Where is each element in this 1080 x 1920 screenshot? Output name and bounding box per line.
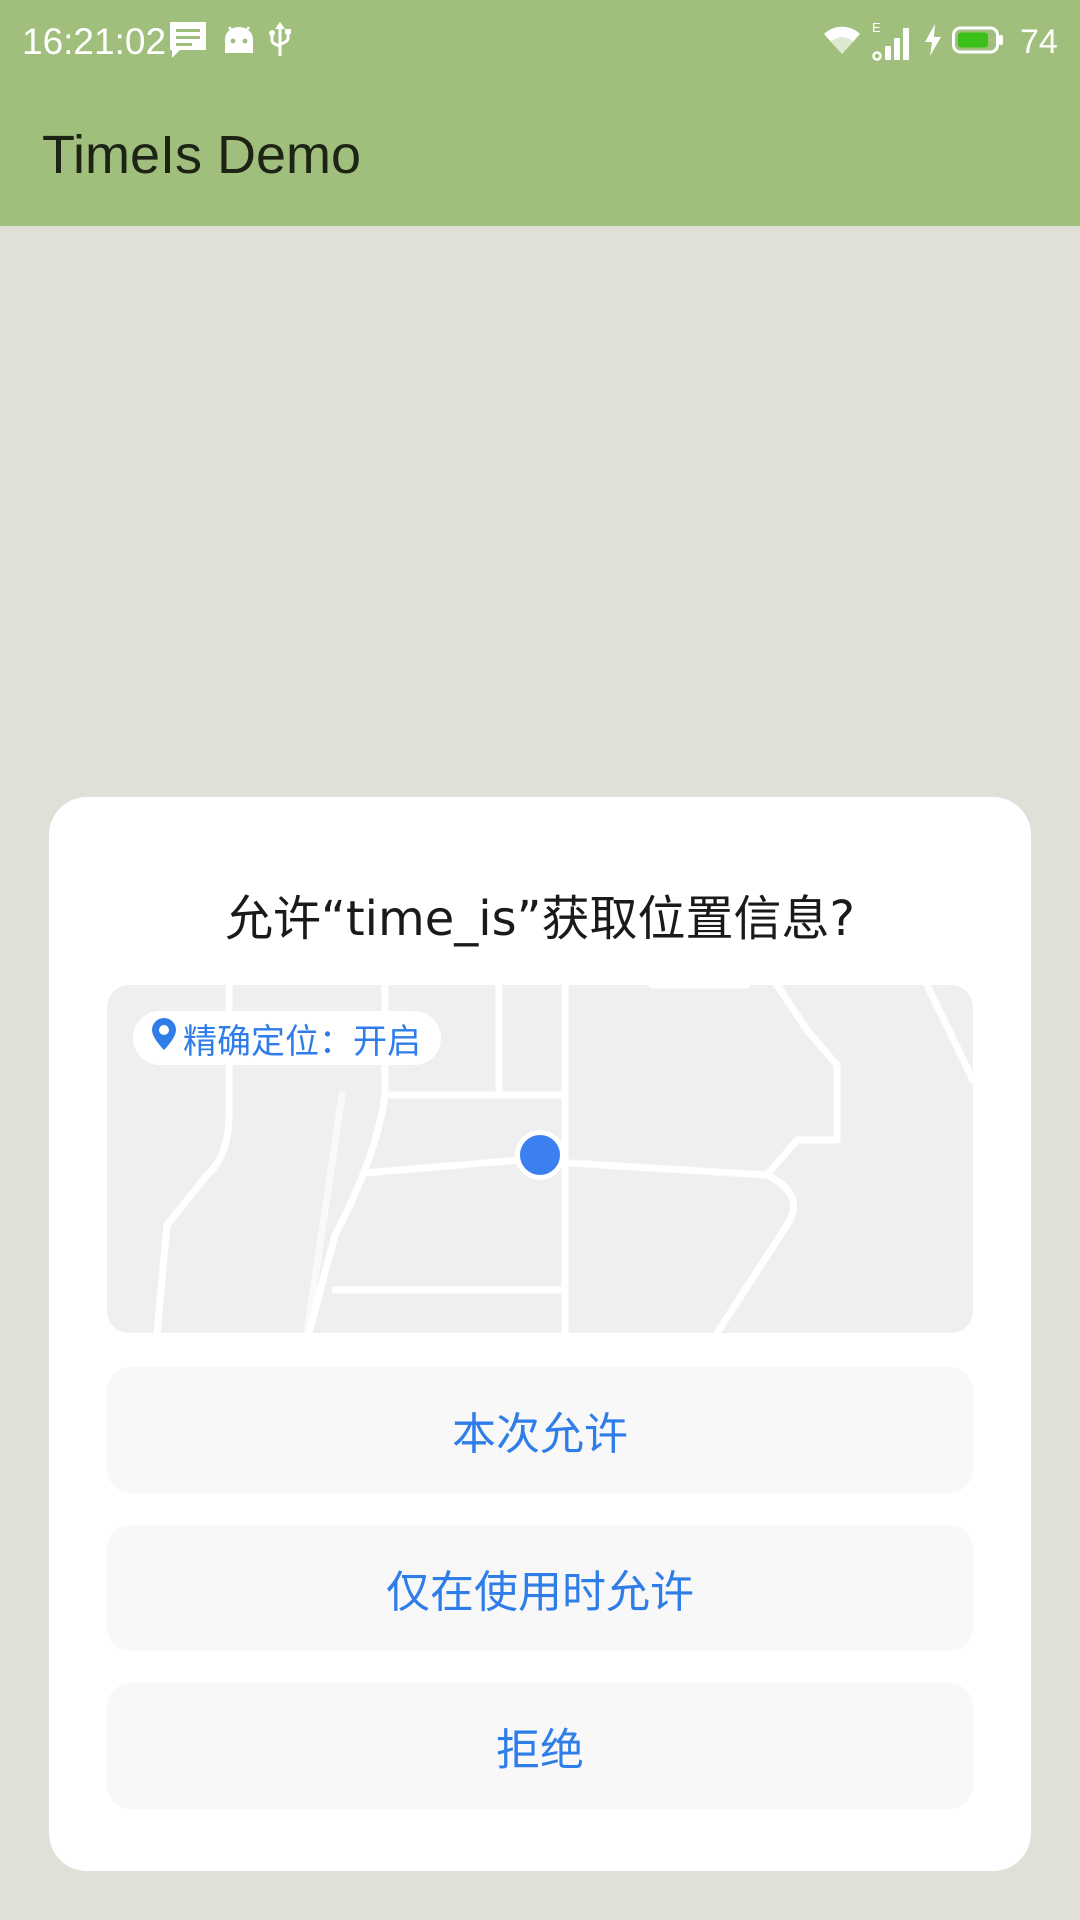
battery-level: 74 xyxy=(1020,23,1058,61)
battery-icon xyxy=(952,26,1004,58)
status-right-icons: E 74 xyxy=(822,20,1058,64)
status-bar: 16:21:02 E 74 xyxy=(0,0,1080,84)
status-time: 16:21:02 xyxy=(22,21,167,62)
current-location-dot xyxy=(515,1130,565,1180)
dialog-title: 允许“time_is”获取位置信息? xyxy=(224,891,855,947)
location-map-preview: 精确定位：开启 xyxy=(107,985,973,1333)
deny-button[interactable]: 拒绝 xyxy=(107,1683,973,1809)
app-title: TimeIs Demo xyxy=(42,125,362,185)
charging-icon xyxy=(924,24,942,60)
message-icon xyxy=(166,18,210,66)
wifi-icon xyxy=(822,24,862,60)
signal-icon: E xyxy=(872,20,914,62)
precise-location-label: 精确定位：开启 xyxy=(183,1021,421,1062)
usb-icon xyxy=(268,22,292,62)
location-pin-icon xyxy=(151,1017,177,1059)
android-icon xyxy=(222,25,256,59)
allow-while-using-button[interactable]: 仅在使用时允许 xyxy=(107,1525,973,1651)
precise-location-chip[interactable]: 精确定位：开启 xyxy=(133,1011,441,1065)
app-bar: TimeIs Demo xyxy=(0,84,1080,226)
status-left-icons xyxy=(166,20,292,64)
allow-once-button[interactable]: 本次允许 xyxy=(107,1367,973,1493)
network-type-label: E xyxy=(872,20,881,35)
location-permission-dialog: 允许“time_is”获取位置信息? 精确定位：开启 本次允许 仅在使用时允许 … xyxy=(49,797,1031,1871)
